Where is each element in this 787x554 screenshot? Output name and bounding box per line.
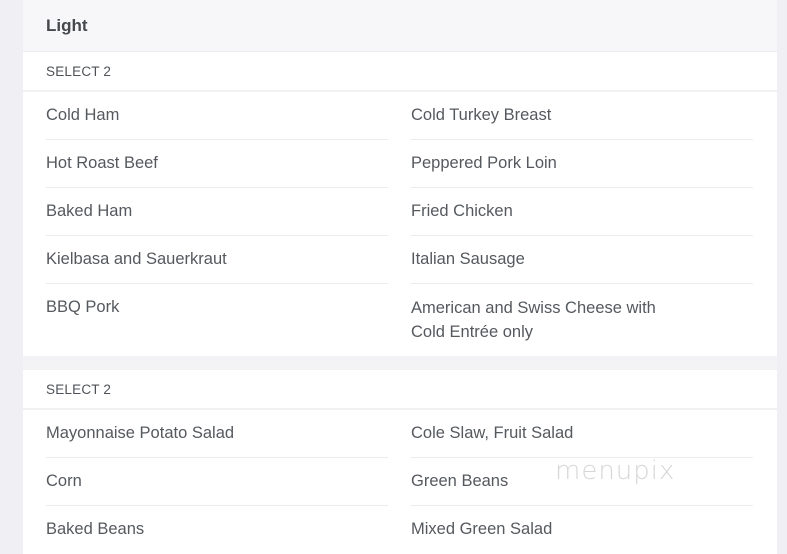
group-label: SELECT 2 [23, 52, 777, 92]
menu-item: Baked Beans [46, 520, 145, 538]
menu-item: Mayonnaise Potato Salad [46, 410, 388, 458]
menu-item: Cold Ham [46, 92, 388, 140]
section-divider [23, 356, 777, 370]
left-column: Mayonnaise Potato Salad Corn Baked Beans [46, 410, 388, 553]
menu-item: BBQ Pork [46, 298, 120, 316]
menu-item: Corn [46, 458, 388, 506]
group-label: SELECT 2 [23, 370, 777, 410]
section-title: Light [23, 0, 777, 52]
right-column: Cold Turkey Breast Peppered Pork Loin Fr… [411, 92, 753, 356]
menu-item: Hot Roast Beef [46, 140, 388, 188]
menu-items-grid: Cold Ham Hot Roast Beef Baked Ham Kielba… [23, 92, 777, 356]
menu-item: Fried Chicken [411, 188, 753, 236]
scrollbar[interactable] [777, 0, 787, 554]
menu-item: Kielbasa and Sauerkraut [46, 236, 388, 284]
menu-item: Mixed Green Salad [411, 520, 553, 538]
watermark: menupix [555, 456, 676, 486]
menu-item: Baked Ham [46, 188, 388, 236]
menu-item: Peppered Pork Loin [411, 140, 753, 188]
left-column: Cold Ham Hot Roast Beef Baked Ham Kielba… [46, 92, 388, 356]
menu-section-card: Light SELECT 2 Cold Ham Hot Roast Beef B… [23, 0, 777, 356]
menu-item: American and Swiss Cheese with Cold Entr… [411, 299, 656, 341]
menu-item: Cole Slaw, Fruit Salad [411, 410, 753, 458]
menu-item: Cold Turkey Breast [411, 92, 753, 140]
menu-item: Italian Sausage [411, 236, 753, 284]
